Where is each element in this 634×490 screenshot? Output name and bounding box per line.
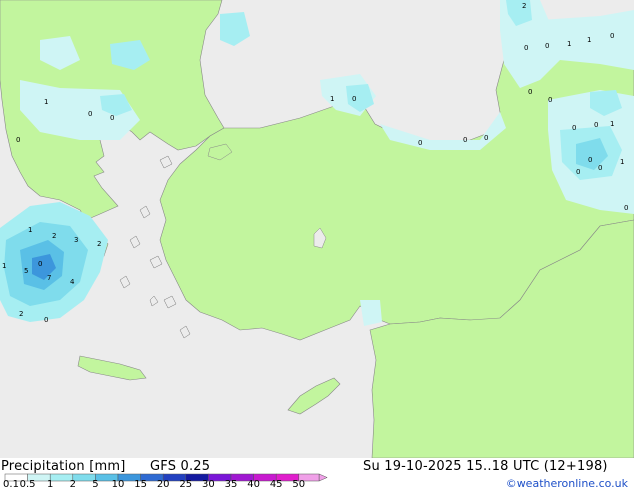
precip-label: 1 [44,98,48,106]
precip-label: 0 [38,260,42,268]
precip-label: 0 [624,204,628,212]
precip-label: 2 [97,240,101,248]
precip-label: 1 [330,95,334,103]
precip-label: 0 [44,316,48,324]
legend-tick: 25 [179,479,193,490]
legend-tick-labels: 0.1 0.5 1 2 5 10 15 20 25 30 35 40 45 50 [0,480,340,490]
legend-tick: 0.5 [19,479,36,490]
precip-label: 0 [610,32,614,40]
map-footer: Precipitation [mm] GFS 0.25 Su 19-10-202… [0,458,634,490]
precip-label: 0 [576,168,580,176]
precip-label: 0 [524,44,528,52]
precip-label: 1 [610,120,614,128]
precip-label: 1 [2,262,6,270]
precip-label: 5 [24,267,28,275]
valid-time: Su 19-10-2025 15..18 UTC (12+198) [363,459,608,474]
precipitation-map: 2 0 0 1 1 0 0 1 0 0 0 1 0 0 0 0 0 0 1 0 … [0,0,634,458]
precip-label: 1 [620,158,624,166]
legend-tick: 40 [247,479,260,490]
precip-label: 0 [594,121,598,129]
credit-link[interactable]: ©weatheronline.co.uk [506,477,628,490]
precip-label: 4 [70,278,75,286]
precip-label: 7 [47,274,51,282]
precip-label: 0 [463,136,467,144]
precip-label: 1 [587,36,591,44]
precip-label: 0 [16,136,20,144]
precip-label: 0 [588,156,592,164]
legend-tick: 45 [269,479,283,490]
precip-label: 0 [572,124,576,132]
precip-label: 0 [88,110,92,118]
legend-tick: 10 [111,479,125,490]
precip-label: 0 [110,114,114,122]
precip-label: 0 [528,88,532,96]
precip-label: 2 [522,2,526,10]
precip-label: 0 [484,134,488,142]
precip-label: 3 [74,236,78,244]
legend-tick: 30 [202,479,215,490]
legend-tick: 0.1 [3,479,19,490]
legend-tick: 15 [134,479,147,490]
precip-label: 0 [598,164,602,172]
map-title: Precipitation [mm] [1,459,126,474]
legend-tick: 35 [224,479,238,490]
legend-tick: 20 [156,479,170,490]
precip-label: 2 [19,310,23,318]
precip-label: 0 [418,139,422,147]
model-name: GFS 0.25 [150,459,211,474]
precip-label: 0 [548,96,552,104]
weather-map: 2 0 0 1 1 0 0 1 0 0 0 1 0 0 0 0 0 0 1 0 … [0,0,634,458]
precip-label: 2 [52,232,56,240]
legend-tick: 50 [292,479,306,490]
precip-label: 1 [28,226,32,234]
precip-label: 0 [545,42,549,50]
precip-label: 1 [567,40,571,48]
precip-label: 0 [352,95,356,103]
legend-tick: 5 [92,479,99,490]
legend-tick: 1 [47,479,54,490]
legend-tick: 2 [69,479,76,490]
